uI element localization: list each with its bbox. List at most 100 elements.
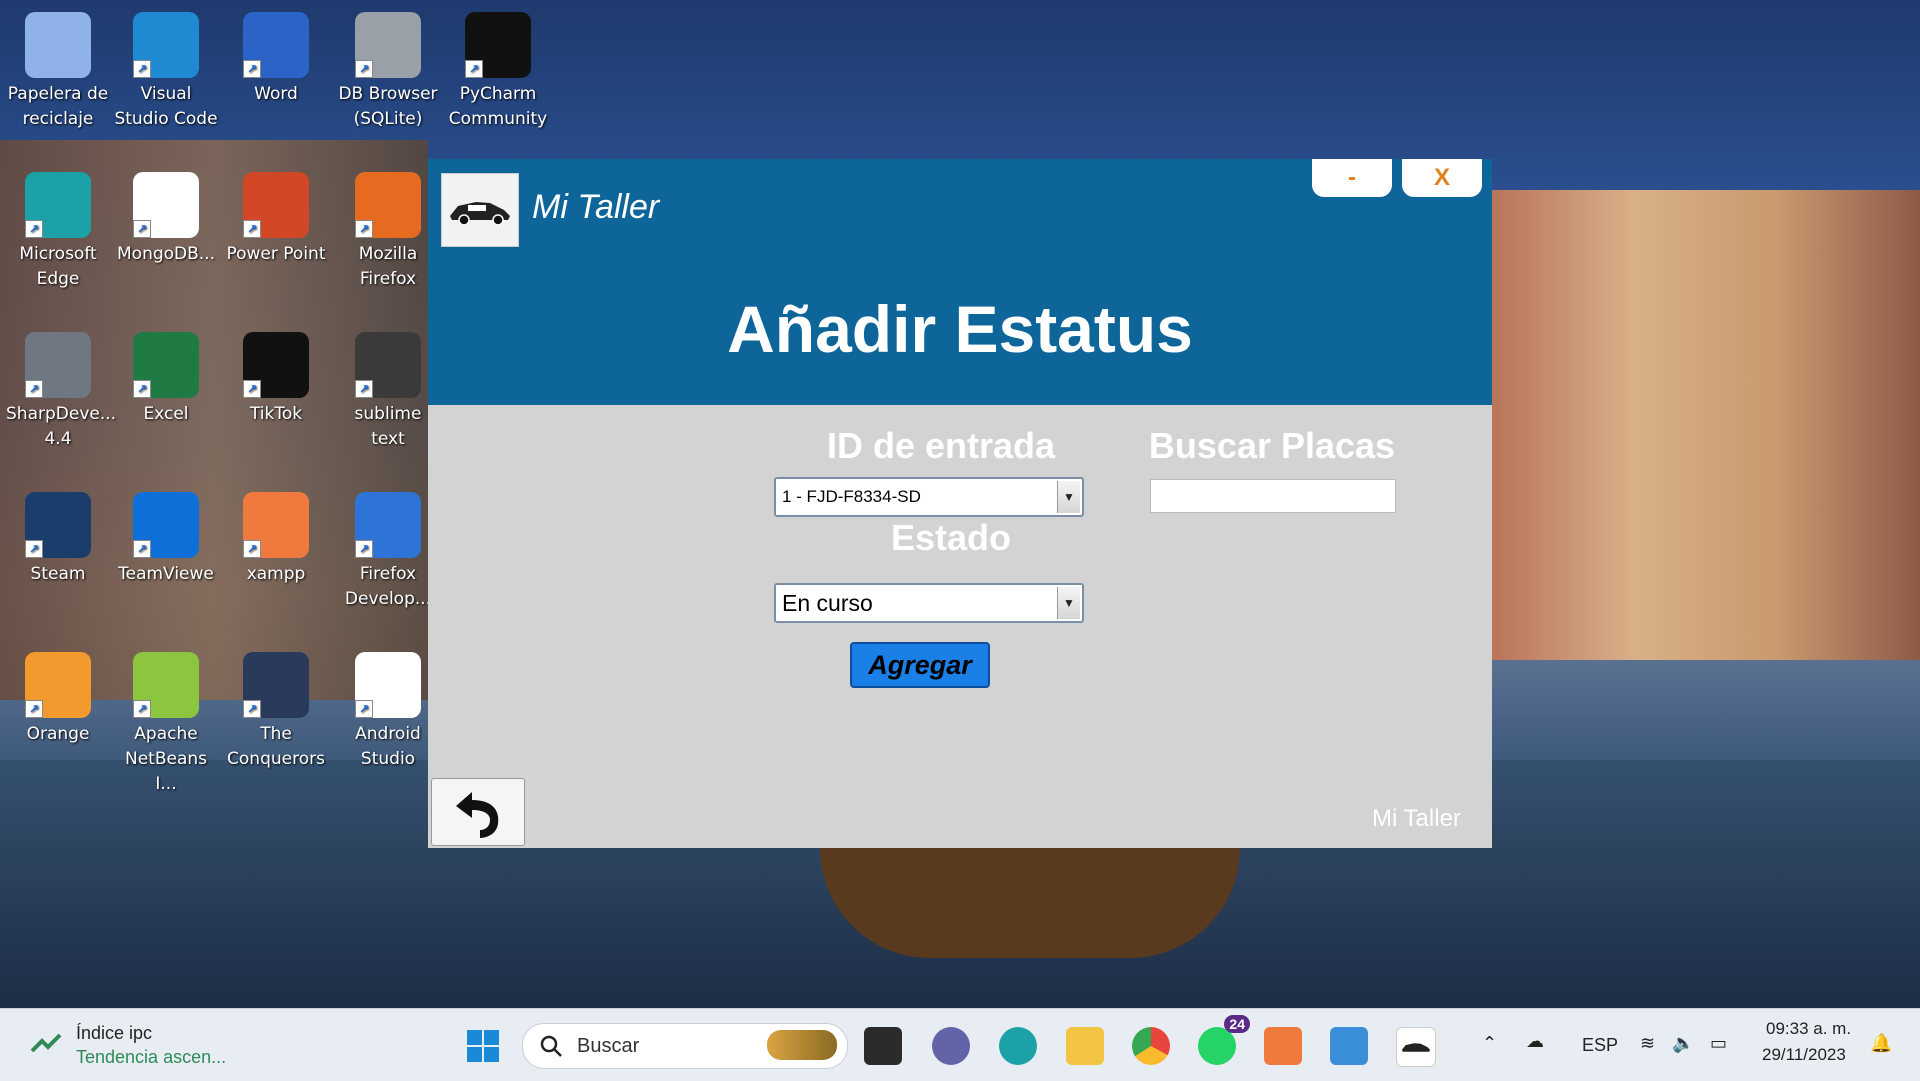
powerpoint-icon: ↗ (243, 172, 309, 238)
shortcut-arrow-icon: ↗ (133, 540, 151, 558)
shortcut-arrow-icon: ↗ (133, 700, 151, 718)
desktop-shortcut-label: SharpDeve... 4.4 (6, 404, 117, 449)
conquerors-icon: ↗ (243, 652, 309, 718)
firefox-dev-icon: ↗ (355, 492, 421, 558)
language-indicator[interactable]: ESP (1582, 1035, 1618, 1056)
desktop-shortcut[interactable]: ↗ SharpDeve... 4.4 (4, 324, 117, 474)
teamviewer-icon: ↗ (133, 492, 199, 558)
desktop-shortcut[interactable]: ↗ Visual Studio Code (112, 4, 220, 154)
chrome-taskbar-icon[interactable] (1132, 1027, 1170, 1065)
desktop-shortcut[interactable]: ↗ Orange (4, 644, 112, 794)
orange-icon: ↗ (25, 652, 91, 718)
desktop-shortcut-label: MongoDB... (117, 244, 215, 264)
desktop-shortcut-label: Apache NetBeans I... (124, 724, 207, 794)
shortcut-arrow-icon: ↗ (243, 220, 261, 238)
mi-taller-taskbar-icon[interactable] (1396, 1027, 1436, 1067)
desktop-shortcut[interactable]: ↗ Mozilla Firefox (334, 164, 442, 314)
shortcut-arrow-icon: ↗ (243, 380, 261, 398)
bell-icon[interactable]: 🔔 (1870, 1033, 1892, 1054)
desktop-shortcut[interactable]: ↗ The Conquerors (222, 644, 330, 794)
desktop-shortcut-label: Steam (30, 564, 86, 584)
shortcut-arrow-icon: ↗ (133, 220, 151, 238)
steam-icon: ↗ (25, 492, 91, 558)
shortcut-arrow-icon: ↗ (355, 220, 373, 238)
clock-date[interactable]: 29/11/2023 (1762, 1045, 1846, 1065)
task-view-icon[interactable] (864, 1027, 902, 1065)
agregar-button[interactable]: Agregar (850, 642, 990, 688)
app-window: Mi Taller Añadir Estatus - X ID de entra… (428, 159, 1492, 848)
minimize-button[interactable]: - (1312, 159, 1392, 197)
mongodb-icon: ↗ (133, 172, 199, 238)
taskbar-search[interactable]: Buscar (522, 1023, 848, 1069)
desktop-shortcut-label: The Conquerors (227, 724, 325, 769)
desktop-shortcut[interactable]: ↗ Apache NetBeans I... (112, 644, 220, 794)
shortcut-arrow-icon: ↗ (355, 380, 373, 398)
desktop-shortcut-label: Android Studio (355, 724, 421, 769)
desktop-shortcut[interactable]: ↗ Word (222, 4, 330, 154)
tiktok-icon: ↗ (243, 332, 309, 398)
desktop-shortcut[interactable]: ↗ xampp (222, 484, 330, 634)
excel-icon: ↗ (133, 332, 199, 398)
android-studio-icon: ↗ (355, 652, 421, 718)
back-button[interactable] (431, 778, 525, 846)
search-placeholder: Buscar (577, 1035, 640, 1057)
desktop-shortcut[interactable]: ↗ TikTok (222, 324, 330, 474)
desktop-shortcut[interactable]: ↗ TeamViewe (112, 484, 220, 634)
whatsapp-icon[interactable]: 24 (1198, 1015, 1250, 1065)
footer-brand: Mi Taller (1372, 805, 1461, 832)
teams-chat-icon[interactable] (932, 1027, 970, 1065)
desktop-shortcut[interactable]: ↗ Firefox Develop... (334, 484, 442, 634)
file-explorer-icon[interactable] (1066, 1027, 1104, 1065)
estado-label: Estado (890, 517, 1012, 558)
onedrive-icon[interactable]: ☁ (1526, 1031, 1544, 1052)
xampp-taskbar-icon[interactable] (1264, 1027, 1302, 1065)
scenery-building-right (1492, 190, 1920, 660)
shortcut-arrow-icon: ↗ (25, 700, 43, 718)
chevron-up-icon[interactable]: ⌃ (1482, 1033, 1497, 1054)
desktop-shortcut-label: PyCharm Community (448, 84, 548, 129)
edge-taskbar-icon[interactable] (999, 1027, 1037, 1065)
shortcut-arrow-icon: ↗ (465, 60, 483, 78)
trend-widget[interactable]: Índice ipc Tendencia ascen... (26, 1023, 246, 1071)
volume-icon[interactable]: 🔈 (1672, 1033, 1694, 1054)
shortcut-arrow-icon: ↗ (355, 60, 373, 78)
shortcut-arrow-icon: ↗ (355, 700, 373, 718)
desktop-shortcut[interactable]: ↗ Android Studio (334, 644, 442, 794)
word-icon: ↗ (243, 12, 309, 78)
estado-value: En curso (782, 590, 873, 616)
estado-select[interactable]: En curso ▼ (774, 583, 1084, 623)
widget-title: Índice ipc (76, 1023, 153, 1043)
sublime-icon: ↗ (355, 332, 421, 398)
wifi-icon[interactable]: ≋ (1640, 1033, 1655, 1054)
desktop-shortcut[interactable]: Papelera de reciclaje (4, 4, 112, 154)
desktop-shortcut[interactable]: ↗ Excel (112, 324, 220, 474)
desktop-shortcut[interactable]: ↗ Power Point (222, 164, 330, 314)
clock-time[interactable]: 09:33 a. m. (1766, 1019, 1851, 1039)
shortcut-arrow-icon: ↗ (243, 540, 261, 558)
page-title: Añadir Estatus (727, 292, 1193, 366)
search-icon (540, 1035, 562, 1057)
desktop-shortcut[interactable]: ↗ MongoDB... (112, 164, 220, 314)
placas-search-input[interactable] (1150, 479, 1396, 513)
desktop-shortcut-label: DB Browser (SQLite) (338, 84, 438, 129)
desktop-shortcut[interactable]: ↗ PyCharm Community (444, 4, 552, 154)
desktop-shortcut-label: Word (254, 84, 298, 104)
desktop-shortcut[interactable]: ↗ Steam (4, 484, 112, 634)
shortcut-arrow-icon: ↗ (25, 380, 43, 398)
battery-icon[interactable]: ▭ (1710, 1033, 1727, 1054)
notification-badge: 24 (1224, 1015, 1250, 1033)
chevron-down-icon[interactable]: ▼ (1057, 587, 1080, 619)
close-button[interactable]: X (1402, 159, 1482, 197)
chevron-down-icon[interactable]: ▼ (1057, 481, 1080, 513)
vscode-icon: ↗ (133, 12, 199, 78)
car-logo-icon (441, 173, 519, 247)
xampp-icon: ↗ (243, 492, 309, 558)
photos-icon[interactable] (1330, 1027, 1368, 1065)
windows-start-icon[interactable] (464, 1027, 502, 1065)
id-entrada-select[interactable]: 1 - FJD-F8334-SD ▼ (774, 477, 1084, 517)
desktop-shortcut[interactable]: ↗ DB Browser (SQLite) (334, 4, 442, 154)
desktop-shortcut[interactable]: ↗ sublime text (334, 324, 442, 474)
shortcut-arrow-icon: ↗ (25, 540, 43, 558)
desktop-shortcut[interactable]: ↗ Microsoft Edge (4, 164, 112, 314)
desktop-shortcut-label: sublime text (354, 404, 422, 449)
